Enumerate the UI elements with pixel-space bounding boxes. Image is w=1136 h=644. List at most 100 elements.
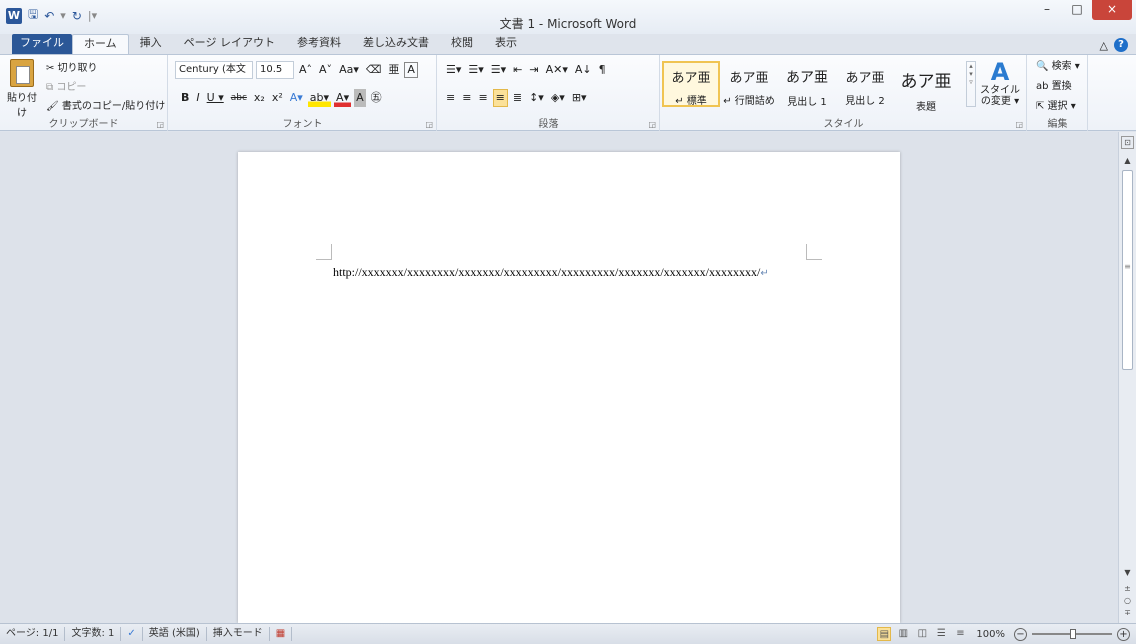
enclose-char-button[interactable]: ㊄ bbox=[369, 89, 384, 107]
tab-view[interactable]: 表示 bbox=[484, 34, 528, 54]
asian-layout-button[interactable]: A✕▾ bbox=[544, 61, 570, 79]
style-heading-1[interactable]: あア亜 見出し 1 bbox=[778, 61, 836, 108]
style-sample: あア亜 bbox=[845, 71, 885, 86]
proofing-icon[interactable]: ✓ bbox=[121, 627, 143, 641]
prev-page-icon[interactable]: ± bbox=[1119, 584, 1136, 593]
status-word-count[interactable]: 文字数: 1 bbox=[65, 627, 122, 641]
zoom-level[interactable]: 100% bbox=[972, 629, 1009, 640]
justify-button[interactable]: ≡ bbox=[492, 89, 508, 107]
tab-review[interactable]: 校閲 bbox=[440, 34, 484, 54]
cut-button[interactable]: ✂ 切り取り bbox=[46, 59, 165, 74]
copy-button[interactable]: ⧉ コピー bbox=[46, 78, 165, 93]
font-launcher-icon[interactable]: ◲ bbox=[425, 120, 433, 129]
grow-font-button[interactable]: A˄ bbox=[297, 61, 314, 79]
next-page-icon[interactable]: ∓ bbox=[1119, 608, 1136, 617]
ruler-toggle-icon[interactable]: ⊡ bbox=[1121, 136, 1134, 149]
tab-mailings[interactable]: 差し込み文書 bbox=[352, 34, 440, 54]
styles-launcher-icon[interactable]: ◲ bbox=[1015, 120, 1023, 129]
superscript-button[interactable]: x² bbox=[270, 89, 285, 107]
borders-button[interactable]: ⊞▾ bbox=[570, 89, 589, 107]
tab-file[interactable]: ファイル bbox=[12, 34, 72, 54]
outline-view-icon[interactable]: ☰ bbox=[934, 627, 948, 641]
numbering-button[interactable]: ☰▾ bbox=[466, 61, 485, 79]
document-url-text[interactable]: http://xxxxxxx/xxxxxxxx/xxxxxxx/xxxxxxxx… bbox=[333, 265, 760, 279]
bold-button[interactable]: B bbox=[179, 89, 191, 107]
align-center-button[interactable]: ≡ bbox=[460, 89, 473, 107]
paragraph-row-2: ≡ ≡ ≡ ≡ ≣ ↕▾ ◈▾ ⊞▾ bbox=[444, 89, 589, 107]
italic-button[interactable]: I bbox=[194, 89, 201, 107]
zoom-slider-knob[interactable] bbox=[1070, 629, 1076, 639]
zoom-slider[interactable] bbox=[1032, 629, 1112, 639]
scroll-down-icon[interactable]: ▼ bbox=[1119, 568, 1136, 577]
shading-button[interactable]: ◈▾ bbox=[549, 89, 567, 107]
font-color-button[interactable]: A▾ bbox=[334, 89, 352, 107]
scroll-up-icon[interactable]: ▲ bbox=[1119, 156, 1136, 165]
document-page[interactable]: http://xxxxxxx/xxxxxxxx/xxxxxxx/xxxxxxxx… bbox=[238, 152, 900, 623]
bullets-button[interactable]: ☰▾ bbox=[444, 61, 463, 79]
close-button[interactable]: × bbox=[1092, 0, 1132, 20]
style-name: ↵ 行間詰め bbox=[723, 96, 775, 107]
strikethrough-button[interactable]: abc bbox=[229, 89, 249, 107]
style-normal[interactable]: あア亜 ↵ 標準 bbox=[662, 61, 720, 107]
format-painter-button[interactable]: 🖌 書式のコピー/貼り付け bbox=[46, 97, 165, 112]
font-size-combo[interactable]: 10.5 bbox=[256, 61, 294, 79]
styles-gallery-scroll[interactable]: ▴ ▾ ▿ bbox=[966, 61, 976, 107]
status-page[interactable]: ページ: 1/1 bbox=[0, 627, 66, 641]
tab-insert[interactable]: 挿入 bbox=[129, 34, 173, 54]
highlight-button[interactable]: ab▾ bbox=[307, 89, 332, 107]
change-styles-button[interactable]: A スタイルの変更 ▾ bbox=[980, 59, 1020, 107]
select-button[interactable]: ⇱ 選択 ▾ bbox=[1036, 97, 1080, 112]
document-area: http://xxxxxxx/xxxxxxxx/xxxxxxx/xxxxxxxx… bbox=[0, 132, 1118, 623]
status-insert-mode[interactable]: 挿入モード bbox=[207, 627, 270, 641]
align-left-button[interactable]: ≡ bbox=[444, 89, 457, 107]
full-screen-reading-view-icon[interactable]: ▥ bbox=[896, 627, 910, 641]
font-name-combo[interactable]: Century (本文 bbox=[175, 61, 253, 79]
minimize-ribbon-icon[interactable]: △ bbox=[1100, 39, 1108, 52]
print-layout-view-icon[interactable]: ▤ bbox=[877, 627, 892, 641]
style-heading-2[interactable]: あア亜 見出し 2 bbox=[836, 61, 894, 107]
style-sample: あア亜 bbox=[786, 70, 828, 86]
find-button[interactable]: 🔍 検索 ▾ bbox=[1036, 57, 1080, 72]
tab-references[interactable]: 参考資料 bbox=[286, 34, 352, 54]
underline-button[interactable]: U ▾ bbox=[205, 89, 226, 107]
char-border-button[interactable]: A bbox=[404, 62, 418, 78]
macro-record-icon[interactable]: ▦ bbox=[270, 627, 293, 641]
editing-group-label: 編集 bbox=[1047, 119, 1068, 130]
clipboard-launcher-icon[interactable]: ◲ bbox=[156, 120, 164, 129]
subscript-button[interactable]: x₂ bbox=[252, 89, 267, 107]
style-no-spacing[interactable]: あア亜 ↵ 行間詰め bbox=[720, 61, 778, 107]
paste-button[interactable]: 貼り付け bbox=[4, 59, 40, 119]
replace-button[interactable]: ab 置換 bbox=[1036, 77, 1080, 92]
tab-page-layout[interactable]: ページ レイアウト bbox=[173, 34, 286, 54]
text-effects-button[interactable]: A▾ bbox=[288, 89, 305, 107]
status-language[interactable]: 英語 (米国) bbox=[143, 627, 207, 641]
phonetic-guide-button[interactable]: 亜 bbox=[386, 61, 401, 79]
zoom-in-button[interactable]: + bbox=[1117, 627, 1130, 641]
shrink-font-button[interactable]: A˅ bbox=[317, 61, 334, 79]
change-case-button[interactable]: Aa▾ bbox=[337, 61, 361, 79]
help-icon[interactable]: ? bbox=[1114, 38, 1128, 52]
zoom-out-button[interactable]: − bbox=[1014, 627, 1027, 641]
distributed-button[interactable]: ≣ bbox=[511, 89, 524, 107]
line-spacing-button[interactable]: ↕▾ bbox=[527, 89, 546, 107]
clipboard-items: ✂ 切り取り ⧉ コピー 🖌 書式のコピー/貼り付け bbox=[46, 59, 165, 112]
draft-view-icon[interactable]: ≡ bbox=[953, 627, 967, 641]
document-text[interactable]: http://xxxxxxx/xxxxxxxx/xxxxxxx/xxxxxxxx… bbox=[333, 265, 769, 280]
maximize-button[interactable]: □ bbox=[1062, 0, 1092, 20]
vertical-scrollbar[interactable]: ⊡ ▲ ≡ ▼ ± ○ ∓ bbox=[1118, 132, 1136, 623]
minimize-button[interactable]: – bbox=[1032, 0, 1062, 20]
align-right-button[interactable]: ≡ bbox=[476, 89, 489, 107]
char-shading-button[interactable]: A bbox=[354, 89, 366, 107]
editing-group: 🔍 検索 ▾ ab 置換 ⇱ 選択 ▾ 編集 bbox=[1028, 55, 1088, 131]
style-title[interactable]: あア亜 表題 bbox=[894, 61, 958, 113]
paragraph-launcher-icon[interactable]: ◲ bbox=[648, 120, 656, 129]
clear-format-button[interactable]: ⌫ bbox=[364, 61, 384, 79]
tab-home[interactable]: ホーム bbox=[72, 34, 129, 54]
multilevel-list-button[interactable]: ☰▾ bbox=[489, 61, 508, 79]
increase-indent-button[interactable]: ⇥ bbox=[527, 61, 540, 79]
decrease-indent-button[interactable]: ⇤ bbox=[511, 61, 524, 79]
browse-object-icon[interactable]: ○ bbox=[1119, 596, 1136, 605]
show-marks-button[interactable]: ¶ bbox=[597, 61, 608, 79]
web-layout-view-icon[interactable]: ◫ bbox=[915, 627, 929, 641]
sort-button[interactable]: A↓ bbox=[573, 61, 594, 79]
